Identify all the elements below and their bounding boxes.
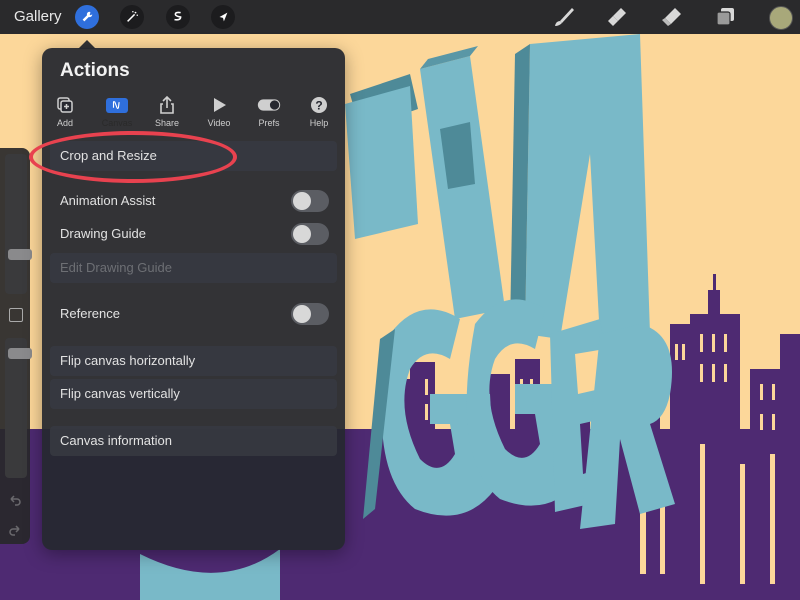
tab-add[interactable]: Add — [39, 94, 91, 128]
reference-item: Reference — [50, 299, 337, 329]
brush-size-handle[interactable] — [8, 249, 32, 260]
tab-share[interactable]: Share — [141, 94, 193, 128]
edit-drawing-guide-item: Edit Drawing Guide — [50, 253, 337, 283]
transform-arrow-icon — [219, 12, 228, 22]
smudge-icon — [608, 8, 626, 26]
smudge-button[interactable] — [605, 5, 629, 29]
selection-button[interactable] — [166, 5, 190, 29]
animation-assist-item: Animation Assist — [50, 186, 337, 216]
drawing-guide-toggle[interactable] — [291, 223, 329, 245]
top-toolbar: Gallery — [0, 0, 800, 34]
share-icon — [160, 95, 174, 114]
color-picker-button[interactable] — [769, 6, 793, 30]
actions-button[interactable] — [75, 5, 99, 29]
tab-prefs[interactable]: Prefs — [243, 94, 295, 128]
eraser-button[interactable] — [660, 5, 684, 29]
add-icon — [57, 97, 73, 113]
opacity-slider[interactable] — [5, 338, 32, 478]
eraser-icon — [662, 8, 681, 26]
reference-toggle[interactable] — [291, 303, 329, 325]
svg-text:?: ? — [315, 99, 322, 113]
magic-wand-icon — [127, 11, 138, 22]
actions-panel: Actions Add Canvas Share Video Prefs ? H… — [42, 48, 345, 550]
selection-icon — [174, 11, 182, 21]
drawing-guide-item: Drawing Guide — [50, 219, 337, 249]
wrench-icon — [82, 11, 93, 22]
layers-icon — [716, 8, 734, 26]
actions-tabs: Add Canvas Share Video Prefs ? Help — [42, 94, 345, 134]
brush-size-slider[interactable] — [5, 154, 32, 294]
flip-vertical-item[interactable]: Flip canvas vertically — [50, 379, 337, 409]
undo-icon[interactable] — [8, 493, 22, 507]
transform-button[interactable] — [211, 5, 235, 29]
canvas-information-item[interactable]: Canvas information — [50, 426, 337, 456]
tab-canvas[interactable]: Canvas — [91, 94, 143, 128]
layers-button[interactable] — [714, 5, 738, 29]
tab-video[interactable]: Video — [193, 94, 245, 128]
modify-button[interactable] — [9, 308, 23, 322]
opacity-handle[interactable] — [8, 348, 32, 359]
gallery-button[interactable]: Gallery — [14, 8, 62, 25]
help-icon: ? — [311, 97, 327, 113]
panel-title: Actions — [60, 60, 130, 81]
redo-icon[interactable] — [8, 523, 22, 537]
brush-button[interactable] — [552, 5, 576, 29]
left-sidebar — [0, 148, 32, 544]
canvas-icon — [112, 100, 120, 110]
adjustments-button[interactable] — [120, 5, 144, 29]
flip-horizontal-item[interactable]: Flip canvas horizontally — [50, 346, 337, 376]
animation-assist-toggle[interactable] — [291, 190, 329, 212]
tab-help[interactable]: ? Help — [293, 94, 345, 128]
play-icon — [214, 98, 226, 112]
toggle-icon — [257, 99, 281, 111]
brush-icon — [555, 8, 574, 26]
highlight-circle — [29, 131, 237, 183]
